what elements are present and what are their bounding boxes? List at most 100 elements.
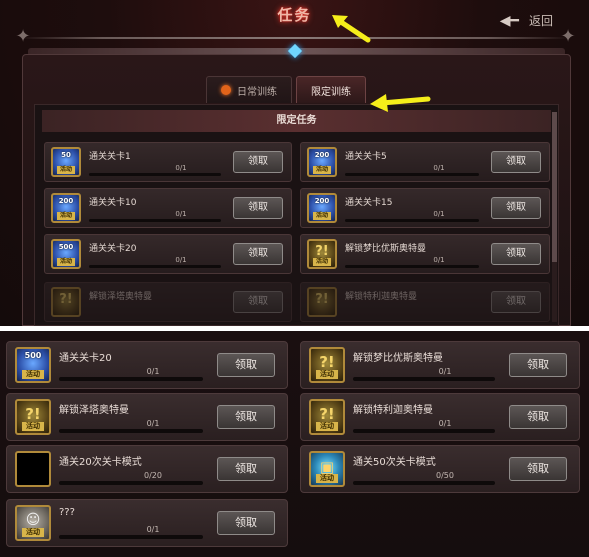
task-progress: 0/1 bbox=[175, 164, 187, 172]
claim-button[interactable]: 领取 bbox=[491, 243, 541, 265]
claim-button[interactable]: 领取 bbox=[217, 405, 275, 429]
task-progress: 0/1 bbox=[438, 419, 452, 428]
task-card: ?! 解锁特利迦奥特曼 领取 bbox=[300, 282, 550, 322]
annotation-arrow-icon bbox=[332, 15, 371, 43]
chest-reward-icon: ▣ 活动 bbox=[309, 451, 345, 487]
task-name: 通关关卡5 bbox=[345, 152, 387, 162]
key-reward-icon: ?! bbox=[51, 287, 81, 317]
sparkle-left-icon: ✦ bbox=[15, 26, 31, 47]
progress-bar bbox=[353, 481, 495, 485]
task-card: 500 活动 通关关卡20 0/1 领取 bbox=[6, 341, 288, 389]
task-name: 解锁特利迦奥特曼 bbox=[345, 292, 418, 302]
task-name: 解锁梦比优斯奥特曼 bbox=[353, 353, 443, 364]
task-name: 通关关卡1 bbox=[89, 152, 131, 162]
claim-button[interactable]: 领取 bbox=[491, 197, 541, 219]
key-reward-icon: ?! 活动 bbox=[307, 239, 337, 269]
task-name: 解锁泽塔奥特曼 bbox=[89, 292, 153, 302]
tab-bar: 日常训练 限定训练 bbox=[206, 76, 366, 103]
task-card: ?! 活动 解锁梦比优斯奥特曼 0/1 领取 bbox=[300, 234, 550, 274]
progress-bar bbox=[59, 377, 203, 381]
reward-icon: 200 活动 bbox=[51, 193, 81, 223]
key-reward-icon: ?! 活动 bbox=[15, 399, 51, 435]
annotation-arrow-icon bbox=[370, 94, 431, 112]
task-card: 200 活动 通关关卡15 0/1 领取 bbox=[300, 188, 550, 228]
task-progress: 0/1 bbox=[175, 256, 187, 264]
task-card: ?! 活动 解锁特利迦奥特曼 0/1 领取 bbox=[300, 393, 580, 441]
scrollbar[interactable] bbox=[552, 112, 557, 322]
tab-limited-training[interactable]: 限定训练 bbox=[296, 76, 366, 103]
task-progress: 0/1 bbox=[433, 210, 445, 218]
back-button[interactable]: ◀━ 返回 bbox=[500, 12, 553, 29]
task-progress: 0/1 bbox=[146, 367, 160, 376]
tab-label: 限定训练 bbox=[311, 86, 351, 98]
claim-button[interactable]: 领取 bbox=[509, 405, 567, 429]
key-reward-icon: ?! 活动 bbox=[309, 399, 345, 435]
task-progress: 0/1 bbox=[438, 367, 452, 376]
task-progress: 0/20 bbox=[144, 471, 162, 480]
claim-button[interactable]: 领取 bbox=[509, 457, 567, 481]
task-name: 通关关卡20 bbox=[59, 353, 112, 364]
claim-button[interactable]: 领取 bbox=[509, 353, 567, 377]
reward-icon: 500 活动 bbox=[51, 239, 81, 269]
claim-button[interactable]: 领取 bbox=[217, 511, 275, 535]
task-card: 200 活动 通关关卡10 0/1 领取 bbox=[44, 188, 292, 228]
progress-bar bbox=[59, 481, 203, 485]
task-card: ?! 解锁泽塔奥特曼 领取 bbox=[44, 282, 292, 322]
task-card: 500 活动 通关关卡20 0/1 领取 bbox=[44, 234, 292, 274]
claim-button[interactable]: 领取 bbox=[233, 197, 283, 219]
tab-daily-training[interactable]: 日常训练 bbox=[206, 76, 292, 103]
task-progress: 0/1 bbox=[146, 525, 160, 534]
back-label: 返回 bbox=[528, 14, 553, 28]
progress-bar bbox=[59, 429, 203, 433]
task-card: ?! 活动 解锁泽塔奥特曼 0/1 领取 bbox=[6, 393, 288, 441]
progress-bar bbox=[345, 219, 479, 222]
progress-bar bbox=[345, 265, 479, 268]
task-card: ▣ 活动 通关50次关卡模式 0/50 领取 bbox=[300, 445, 580, 493]
task-name: 通关关卡15 bbox=[345, 198, 393, 208]
reward-icon: 200 活动 bbox=[307, 193, 337, 223]
title-divider bbox=[20, 37, 569, 39]
progress-bar bbox=[345, 173, 479, 176]
claim-button[interactable]: 领取 bbox=[233, 151, 283, 173]
progress-bar bbox=[89, 219, 221, 222]
empty-reward-icon bbox=[15, 451, 51, 487]
claim-button[interactable]: 领取 bbox=[233, 243, 283, 265]
reward-icon: 200 活动 bbox=[307, 147, 337, 177]
task-progress: 0/1 bbox=[146, 419, 160, 428]
task-name: 通关50次关卡模式 bbox=[353, 457, 436, 468]
task-card: 200 活动 通关关卡5 0/1 领取 bbox=[300, 142, 550, 182]
claim-button[interactable]: 领取 bbox=[491, 291, 541, 313]
task-name: 解锁梦比优斯奥特曼 bbox=[345, 244, 427, 254]
section-title: 限定任务 bbox=[42, 110, 551, 132]
key-reward-icon: ?! bbox=[307, 287, 337, 317]
claim-button[interactable]: 领取 bbox=[233, 291, 283, 313]
top-screenshot: 任务 ✦ ✦ ◀━ 返回 日常训练 限定训练 限定任务 50 活动 通关关卡1 0… bbox=[0, 0, 589, 326]
scrollbar-thumb[interactable] bbox=[552, 112, 557, 262]
arrow-left-icon: ◀━ bbox=[499, 12, 519, 29]
reward-icon: 50 活动 bbox=[51, 147, 81, 177]
task-progress: 0/1 bbox=[175, 210, 187, 218]
alert-dot-icon bbox=[221, 85, 231, 95]
task-name: 解锁特利迦奥特曼 bbox=[353, 405, 433, 416]
task-name: 解锁泽塔奥特曼 bbox=[59, 405, 129, 416]
mask-reward-icon: ☺ 活动 bbox=[15, 505, 51, 541]
task-progress: 0/1 bbox=[433, 164, 445, 172]
task-name: 通关20次关卡模式 bbox=[59, 457, 142, 468]
task-card: ☺ 活动 ??? 0/1 领取 bbox=[6, 499, 288, 547]
progress-bar bbox=[89, 173, 221, 176]
sparkle-right-icon: ✦ bbox=[560, 26, 576, 47]
claim-button[interactable]: 领取 bbox=[217, 353, 275, 377]
task-card: 通关20次关卡模式 0/20 领取 bbox=[6, 445, 288, 493]
task-name: 通关关卡20 bbox=[89, 244, 137, 254]
claim-button[interactable]: 领取 bbox=[491, 151, 541, 173]
progress-bar bbox=[353, 377, 495, 381]
tab-label: 日常训练 bbox=[237, 86, 277, 98]
reward-icon: 500 活动 bbox=[15, 347, 51, 383]
task-card: 50 活动 通关关卡1 0/1 领取 bbox=[44, 142, 292, 182]
task-name: ??? bbox=[59, 507, 75, 518]
claim-button[interactable]: 领取 bbox=[217, 457, 275, 481]
task-name: 通关关卡10 bbox=[89, 198, 137, 208]
task-progress: 0/50 bbox=[436, 471, 454, 480]
key-reward-icon: ?! 活动 bbox=[309, 347, 345, 383]
progress-bar bbox=[353, 429, 495, 433]
